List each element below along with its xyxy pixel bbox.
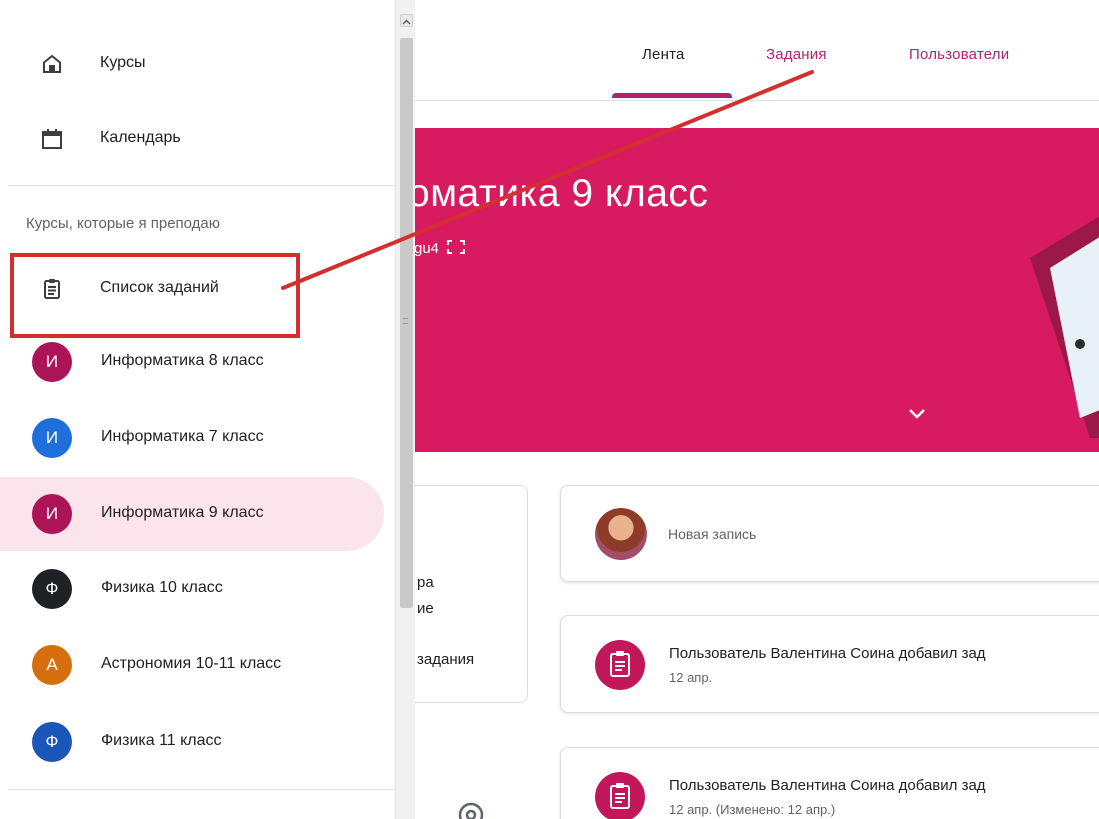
fullscreen-icon[interactable] [447,240,466,254]
at-sign-icon [458,802,484,819]
course-avatar: Ф [32,569,72,609]
new-post-box[interactable]: Новая запись [560,485,1099,582]
course-label: Информатика 9 класс [101,504,264,521]
course-banner: оматика 9 класс gu4 [400,128,1099,452]
scrollbar-grip-icon [403,318,408,324]
stream-post[interactable]: Пользователь Валентина Соина добавил зад… [560,747,1099,819]
view-all-assignments[interactable]: задания [417,651,474,668]
course-label: Физика 10 класс [101,579,223,596]
banner-illustration [1030,216,1099,438]
nav-item-label: Курсы [100,54,146,71]
course-label: Астрономия 10-11 класс [101,655,282,672]
active-tab-indicator [612,93,732,98]
class-code-value: gu4 [414,240,440,257]
course-item-astronomiya[interactable]: А Астрономия 10-11 класс [0,628,395,702]
assignment-icon [595,772,645,819]
assignment-icon [595,640,645,690]
stream-post[interactable]: Пользователь Валентина Соина добавил зад… [560,615,1099,713]
course-avatar: И [32,418,72,458]
tab-stream[interactable]: Лента [642,46,685,63]
course-item-fizika-11[interactable]: Ф Физика 11 класс [0,705,395,779]
upcoming-text-2: ие [417,600,434,617]
course-title: оматика 9 класс [408,172,709,215]
nav-item-courses[interactable]: Курсы [0,33,395,91]
course-avatar: Ф [32,722,72,762]
course-item-informatika-9[interactable]: И Информатика 9 класс [0,477,384,551]
post-title: Пользователь Валентина Соина добавил зад [669,777,986,794]
class-code: gu4 [414,240,466,257]
navigation-drawer: Курсы Календарь Курсы, которые я препода… [0,0,395,819]
new-post-placeholder: Новая запись [668,526,757,542]
annotation-highlight-box [10,253,300,338]
upcoming-text-1: ра [417,574,434,591]
calendar-icon [42,129,62,149]
home-icon [43,54,61,73]
course-label: Физика 11 класс [101,732,222,749]
teaching-section-heading: Курсы, которые я преподаю [26,215,221,232]
course-item-informatika-7[interactable]: И Информатика 7 класс [0,401,395,475]
scroll-up-arrow-icon[interactable] [400,14,413,27]
post-date: 12 апр. [669,670,713,685]
tab-classwork[interactable]: Задания [766,46,827,63]
course-avatar: А [32,645,72,685]
user-avatar [595,508,647,560]
post-date: 12 апр. (Изменено: 12 апр.) [669,802,836,817]
course-label: Информатика 8 класс [101,352,264,369]
course-label: Информатика 7 класс [101,428,264,445]
nav-item-calendar[interactable]: Календарь [0,108,395,166]
drawer-divider [8,789,395,790]
tab-people[interactable]: Пользователи [909,46,1009,63]
nav-item-label: Календарь [100,129,181,146]
course-avatar: И [32,342,72,382]
course-item-fizika-10[interactable]: Ф Физика 10 класс [0,552,395,626]
course-avatar: И [32,494,72,534]
chevron-down-icon[interactable] [908,408,926,420]
post-title: Пользователь Валентина Соина добавил зад [669,645,986,662]
drawer-divider [8,185,395,186]
drawer-scrollbar[interactable] [395,0,415,819]
